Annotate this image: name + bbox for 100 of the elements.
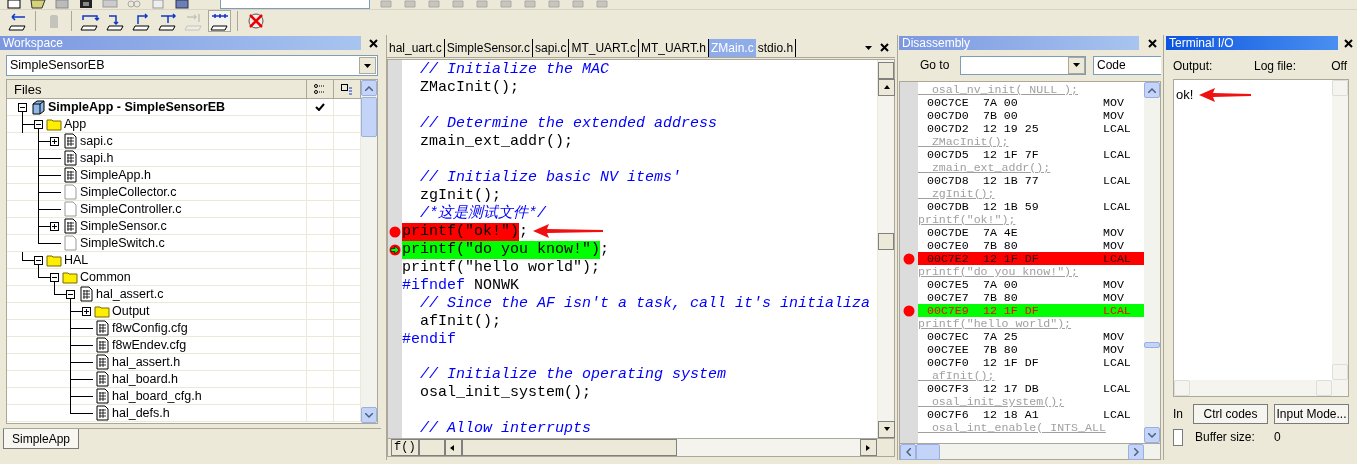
tree-item[interactable]: Output [110,303,150,319]
tree-item[interactable]: hal_board_cfg.h [110,388,202,404]
tree-item[interactable]: f8wEndev.cfg [110,337,187,353]
tree-item[interactable]: SimpleApp.h [78,167,151,183]
source-file-icon [94,320,110,336]
source-file-icon [62,218,78,234]
source-file-icon [94,354,110,370]
scrollbar-thumb[interactable] [1144,342,1160,348]
tree-item[interactable]: HAL [62,252,89,268]
file-icon [62,235,78,251]
code-line: // Allow interrupts [419,420,592,438]
mnemonic-text: LCAL [1103,382,1131,395]
close-icon[interactable] [369,38,378,48]
file-tab[interactable]: SimpleSensor.c [444,39,534,57]
plus-icon [51,223,57,229]
tree-item[interactable]: hal_board.h [110,371,179,387]
search-field[interactable] [220,0,370,9]
tree-toggle[interactable] [49,272,59,282]
tree-item[interactable]: SimpleSensor.c [78,218,167,234]
tree-toggle[interactable] [33,119,43,129]
address-text: 00C7EE [927,343,970,356]
tree-item[interactable]: App [62,116,87,132]
tree-item[interactable]: sapi.h [78,150,114,166]
bytes-text: 7B 80 [983,343,1019,356]
tree-item[interactable]: Common [78,269,131,285]
mnemonic-text: MOV [1103,239,1124,252]
toolbar-button[interactable] [130,10,153,33]
down-arrow-icon [883,426,890,433]
toolbar-button[interactable] [156,10,179,33]
toolbar-button[interactable] [6,10,29,33]
close-icon[interactable] [880,43,889,52]
source-file-icon [62,167,78,183]
input-field[interactable] [1173,428,1183,446]
tree-item[interactable]: sapi.c [78,133,113,149]
stop-debug-icon [245,11,266,32]
mnemonic-text: MOV [1103,109,1124,122]
scroll-down-button[interactable] [878,421,895,438]
breakpoint-icon[interactable] [903,252,915,265]
tree-item[interactable]: SimpleSwitch.c [78,235,165,251]
cube-icon [30,99,46,115]
page-icon[interactable] [6,0,22,9]
file-tab[interactable]: hal_uart.c [387,39,445,57]
bytes-text: 7A 25 [983,330,1019,343]
breakpoint-icon[interactable] [389,225,401,238]
code-line: /*这是测试文件*/ [419,204,546,223]
dropdown-button[interactable] [359,57,376,74]
caret-icon[interactable] [865,46,872,50]
scrollbar-thumb[interactable] [916,444,940,460]
minus-icon [35,121,41,127]
code-line: ZMacInit(); [419,79,520,97]
configuration-dropdown[interactable]: SimpleSensorEB [6,55,378,76]
caret-icon [364,63,371,68]
buffer-size-value: 0 [1274,429,1281,446]
tree-toggle[interactable] [49,221,59,231]
scroll-up-button[interactable] [878,79,895,96]
tree-item[interactable]: hal_assert.h [110,354,181,370]
bytes-text: 7A 00 [983,278,1019,291]
tree-item[interactable]: hal_defs.h [110,405,170,421]
minus-icon [51,274,57,280]
bytes-text: 7B 80 [983,291,1019,304]
terminal-button[interactable]: Input Mode... [1274,404,1349,424]
tree-item[interactable]: hal_assert.c [94,286,164,302]
dropdown-button[interactable] [1068,56,1085,74]
close-icon[interactable] [1344,38,1353,48]
mnemonic-text: LCAL [1103,408,1131,421]
breakpoint-icon[interactable] [903,304,915,317]
file-tab[interactable]: sapi.c [533,39,570,57]
minus-icon [67,291,73,297]
scrollbar-thumb[interactable] [878,233,894,250]
tree-toggle[interactable] [65,289,75,299]
panel-tab[interactable]: SimpleApp [3,429,80,449]
address-text: 00C7E5 [927,278,970,291]
tree-item[interactable]: f8wConfig.cfg [110,320,188,336]
file-tab[interactable]: MT_UART.c [569,39,639,57]
source-line: afInit(); [930,369,995,382]
address-text: 00C7E9 [927,304,970,317]
options-icon [314,84,326,94]
scroll-right-button[interactable] [860,439,877,456]
tree-toggle[interactable] [17,102,27,112]
tree-toggle[interactable] [33,255,43,265]
scrollbar-thumb[interactable] [878,62,894,79]
close-icon[interactable] [1148,38,1157,48]
tree-item[interactable]: SimpleController.c [78,201,182,217]
arrow-left-icon [7,11,28,32]
mode-field[interactable]: Code [1093,55,1161,75]
bytes-text: 7A 00 [983,96,1019,109]
file-tab[interactable]: stdio.h [755,39,797,57]
mnemonic-text: MOV [1103,330,1124,343]
breakpoint-arrow-icon[interactable] [389,243,401,256]
tree-toggle[interactable] [81,306,91,316]
toolbar-button[interactable] [208,10,231,33]
tree-toggle[interactable] [49,136,59,146]
annotation-arrow [1199,88,1251,102]
next-statement-icon [157,11,178,32]
terminal-button[interactable]: Ctrl codes [1193,404,1268,424]
tree-item[interactable]: SimpleCollector.c [78,184,177,200]
function-button[interactable]: f() [391,439,419,456]
scrollbar-thumb[interactable] [361,97,377,137]
scrollbar-thumb[interactable] [461,439,677,456]
tree-item[interactable]: SimpleApp - SimpleSensorEB [46,99,226,115]
